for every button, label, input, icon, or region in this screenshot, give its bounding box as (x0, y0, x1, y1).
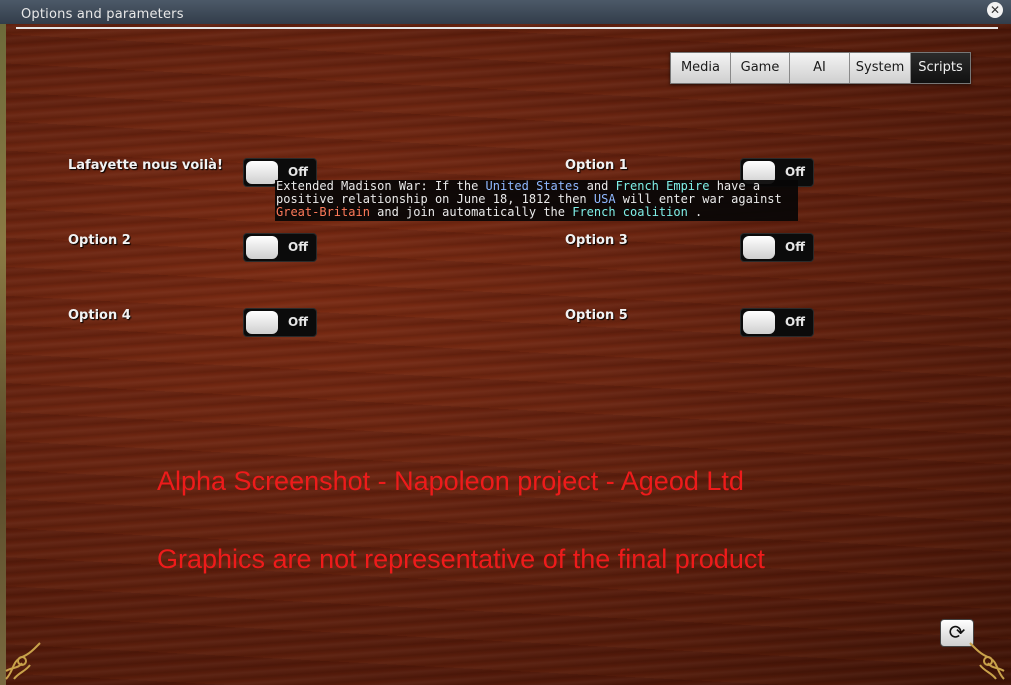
tooltip-text: and join automatically the (369, 205, 573, 219)
tab-ai[interactable]: AI (790, 53, 850, 83)
corner-ornament-icon (5, 642, 41, 680)
toggle-state: Off (288, 240, 308, 254)
toggle-option-3[interactable]: Off (741, 234, 813, 261)
background-edge (0, 24, 6, 685)
toggle-state: Off (785, 240, 805, 254)
tab-game[interactable]: Game (731, 53, 790, 83)
tooltip-country: French Empire (615, 179, 710, 193)
options-window: Options and parameters ✕ Media Game AI S… (0, 0, 1011, 685)
toggle-option-4[interactable]: Off (244, 309, 316, 336)
tab-scripts[interactable]: Scripts (911, 53, 970, 83)
tooltip-country: USA (593, 192, 616, 206)
option-label-4: Option 4 (68, 308, 131, 323)
tooltip-text: and (579, 179, 616, 193)
toggle-state: Off (288, 165, 308, 179)
title-divider (16, 27, 998, 29)
toggle-knob (246, 236, 278, 259)
title-bar: Options and parameters ✕ (0, 0, 1011, 24)
tooltip-text: will enter war against (615, 192, 782, 206)
option-label-2: Option 2 (68, 233, 131, 248)
toggle-knob (246, 311, 278, 334)
corner-ornament-icon (969, 642, 1005, 680)
watermark-line-2: Graphics are not representative of the f… (157, 544, 765, 574)
toggle-knob (246, 161, 278, 184)
toggle-state: Off (785, 315, 805, 329)
toggle-option-2[interactable]: Off (244, 234, 316, 261)
toggle-option-5[interactable]: Off (741, 309, 813, 336)
toggle-knob (743, 311, 775, 334)
tab-bar: Media Game AI System Scripts (670, 52, 971, 84)
option-label-lafayette: Lafayette nous voilà! (68, 158, 223, 173)
option-tooltip: Extended Madison War: If the United Stat… (275, 180, 798, 221)
tab-media[interactable]: Media (671, 53, 731, 83)
option-label-5: Option 5 (565, 308, 628, 323)
toggle-state: Off (288, 315, 308, 329)
watermark-line-1: Alpha Screenshot - Napoleon project - Ag… (157, 466, 744, 496)
option-label-3: Option 3 (565, 233, 628, 248)
tab-system[interactable]: System (850, 53, 911, 83)
close-icon[interactable]: ✕ (987, 2, 1003, 18)
option-label-1: Option 1 (565, 158, 628, 173)
toggle-state: Off (785, 165, 805, 179)
tooltip-text: . (687, 205, 703, 219)
tooltip-text: Extended Madison War: If the (276, 179, 486, 193)
tooltip-coalition: French coalition (572, 205, 688, 219)
refresh-icon: ⟳ (948, 620, 966, 644)
window-title: Options and parameters (21, 7, 184, 22)
tooltip-country: United States (485, 179, 580, 193)
tooltip-country: Great-Britain (276, 205, 370, 219)
toggle-knob (743, 236, 775, 259)
